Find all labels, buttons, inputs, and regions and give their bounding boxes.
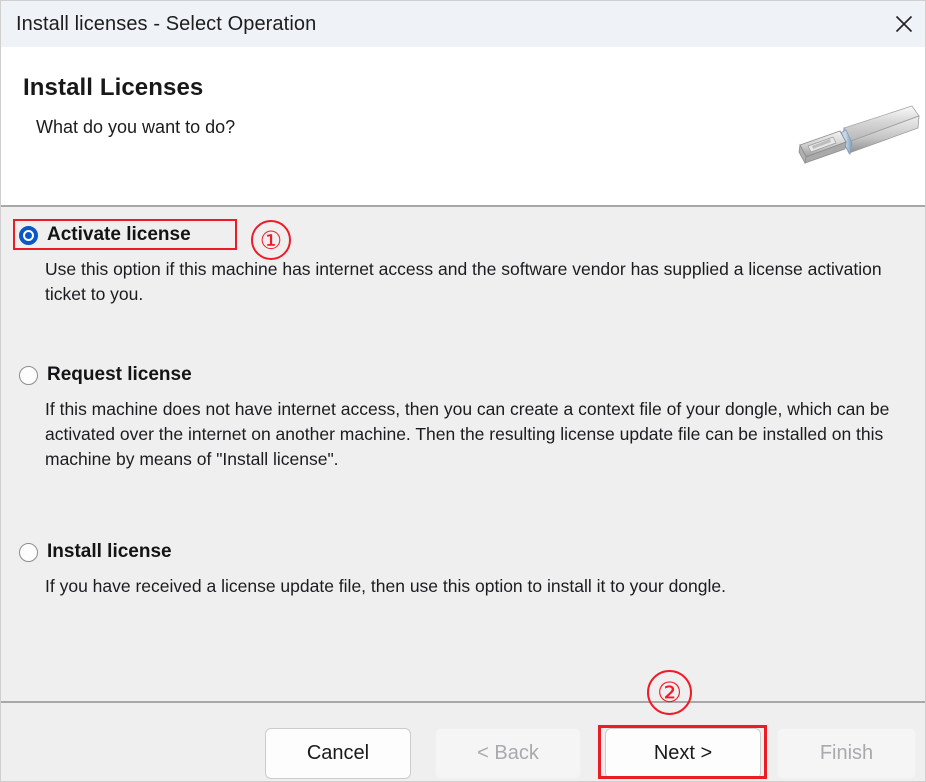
dialog-header: Install Licenses What do you want to do? bbox=[1, 47, 925, 205]
page-subtitle: What do you want to do? bbox=[36, 117, 236, 137]
option-request-license-label: Request license bbox=[47, 364, 192, 385]
option-install-license-description: If you have received a license update fi… bbox=[45, 576, 726, 596]
dialog-footer: Cancel < Back Next > Finish bbox=[1, 703, 925, 781]
option-activate-license-label: Activate license bbox=[47, 224, 191, 245]
next-button[interactable]: Next > bbox=[605, 728, 761, 779]
radio-activate-license[interactable] bbox=[19, 225, 38, 245]
options-area: Activate license Use this option if this… bbox=[1, 207, 925, 701]
radio-request-license[interactable] bbox=[19, 365, 38, 385]
option-activate-license-header[interactable]: Activate license bbox=[1, 219, 925, 251]
option-install-license[interactable]: Install license If you have received a l… bbox=[1, 536, 925, 599]
usb-dongle-icon bbox=[786, 97, 921, 179]
option-install-license-label: Install license bbox=[47, 541, 172, 562]
finish-button: Finish bbox=[777, 728, 916, 779]
option-install-license-header[interactable]: Install license bbox=[1, 536, 925, 568]
install-licenses-dialog: Install licenses - Select Operation Inst… bbox=[0, 0, 926, 782]
cancel-button[interactable]: Cancel bbox=[265, 728, 411, 779]
close-icon[interactable] bbox=[881, 1, 925, 47]
page-title: Install Licenses bbox=[23, 74, 204, 101]
annotation-step-1: ① bbox=[251, 220, 291, 260]
window-title: Install licenses - Select Operation bbox=[16, 12, 317, 35]
option-request-license[interactable]: Request license If this machine does not… bbox=[1, 359, 925, 472]
back-button: < Back bbox=[435, 728, 581, 779]
option-activate-license-description: Use this option if this machine has inte… bbox=[45, 259, 882, 304]
annotation-step-2: ② bbox=[647, 670, 692, 715]
radio-install-license[interactable] bbox=[19, 542, 38, 562]
option-request-license-description: If this machine does not have internet a… bbox=[45, 399, 890, 469]
titlebar: Install licenses - Select Operation bbox=[1, 1, 925, 47]
option-request-license-header[interactable]: Request license bbox=[1, 359, 925, 391]
option-activate-license[interactable]: Activate license Use this option if this… bbox=[1, 219, 925, 307]
